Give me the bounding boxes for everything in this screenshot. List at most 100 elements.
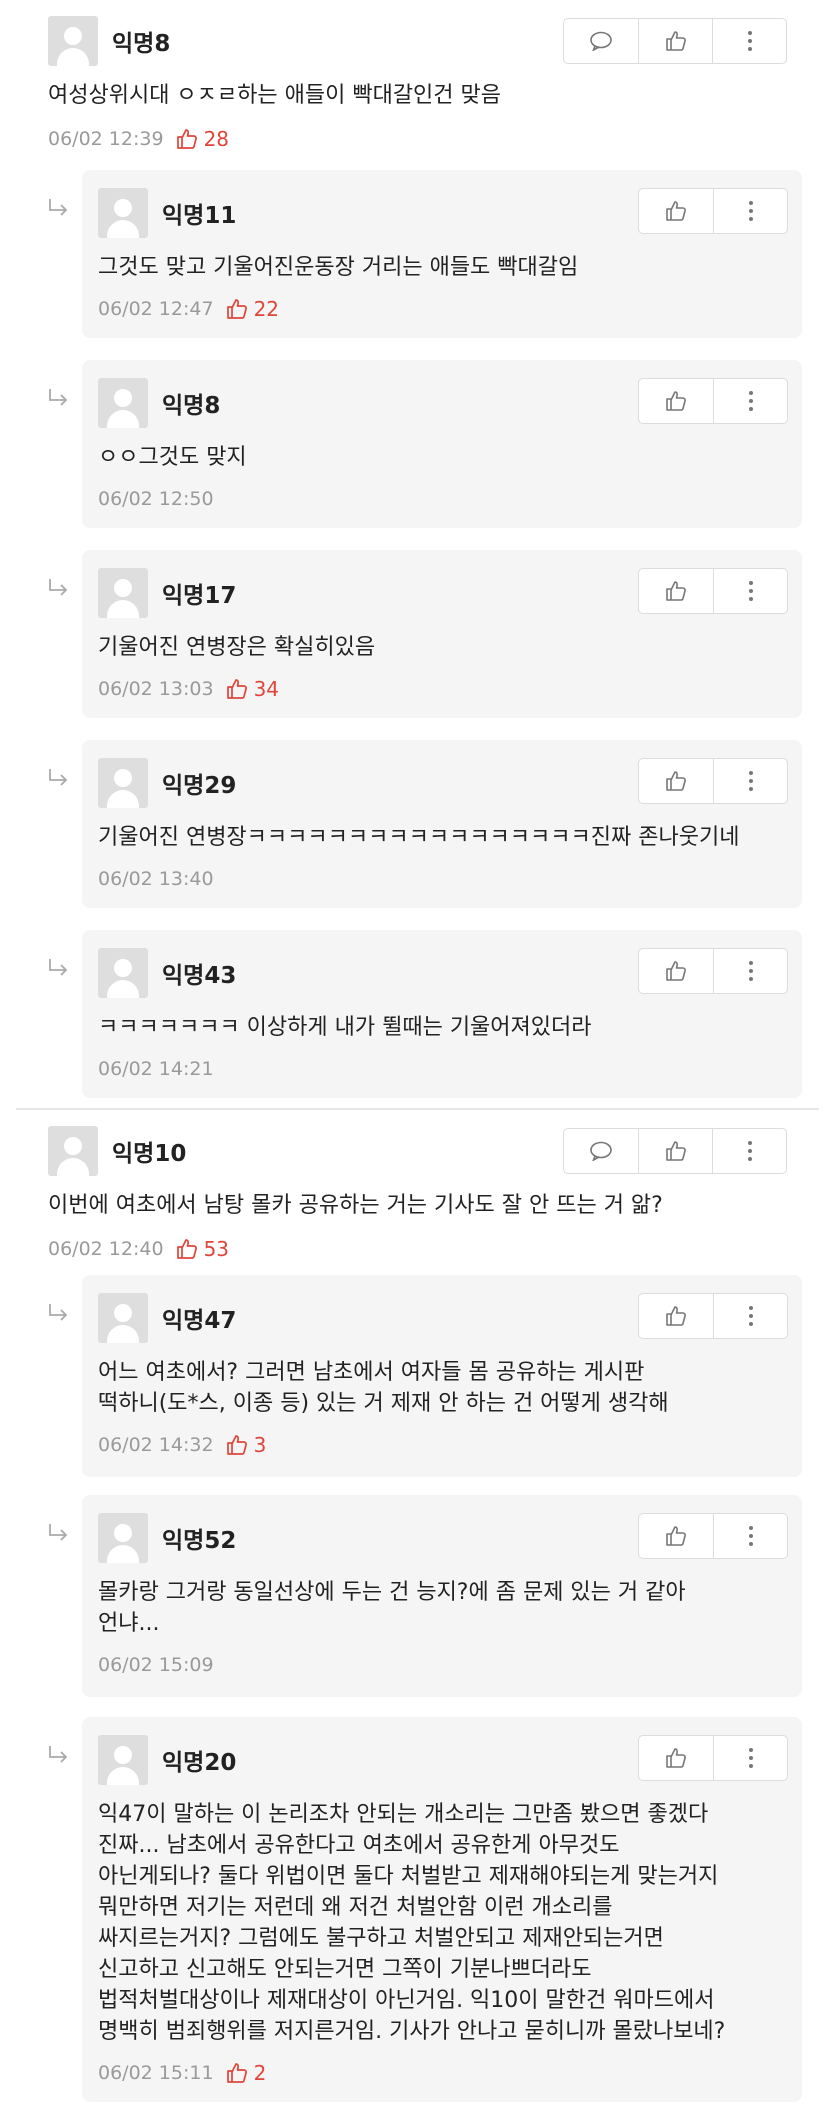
reply-button[interactable] [564, 19, 638, 63]
reply-arrow-icon [49, 199, 68, 216]
reply: 익명11 그것도 맞고 기울어진운동장 거리는 애들도 빡대갈임 06/02 1… [0, 170, 835, 360]
comment-meta: 06/02 14:21 [98, 1055, 786, 1083]
comment-meta: 06/02 15:09 [98, 1651, 786, 1679]
timestamp: 06/02 15:09 [98, 1654, 214, 1676]
reply-arrow-icon [49, 579, 68, 596]
thumbs-up-icon [666, 1526, 686, 1546]
comment-body: 이번에 여초에서 남탕 몰카 공유하는 거는 기사도 잘 안 뜨는 거 앎? [48, 1193, 663, 1218]
author-nickname: 익명20 [162, 1750, 237, 1776]
comment-body: 익47이 말하는 이 논리조차 안되는 개소리는 그만좀 봤으면 좋겠다 진짜.… [98, 1802, 726, 2044]
speech-bubble-icon [590, 31, 612, 51]
avatar [98, 568, 148, 618]
like-button[interactable] [639, 1736, 713, 1780]
avatar [98, 188, 148, 238]
more-button[interactable] [713, 569, 787, 613]
like-count-value: 3 [253, 1433, 267, 1457]
timestamp: 06/02 14:21 [98, 1058, 214, 1080]
avatar [98, 948, 148, 998]
comment-meta: 06/02 12:39 28 [48, 125, 787, 153]
timestamp: 06/02 12:47 [98, 298, 214, 320]
thumbs-up-icon [666, 1748, 686, 1768]
like-button[interactable] [639, 1294, 713, 1338]
like-button[interactable] [638, 1129, 712, 1173]
like-count: 34 [226, 677, 279, 701]
like-count-value: 22 [253, 297, 280, 321]
like-count: 22 [226, 297, 279, 321]
kebab-menu-icon [747, 1141, 752, 1161]
comment-body: 어느 여초에서? 그러면 남초에서 여자들 몸 공유하는 게시판 떡하니(도*스… [98, 1360, 669, 1416]
more-button[interactable] [713, 1294, 787, 1338]
like-button[interactable] [639, 1514, 713, 1558]
thumbs-up-icon [226, 1435, 247, 1455]
comment-actions [638, 1735, 788, 1781]
thumbs-up-icon [665, 1141, 686, 1161]
kebab-menu-icon [748, 961, 753, 981]
author-nickname: 익명43 [162, 963, 237, 989]
timestamp: 06/02 12:50 [98, 488, 214, 510]
more-button[interactable] [713, 759, 787, 803]
like-count-value: 53 [203, 1237, 230, 1261]
reply-arrow-icon [49, 1524, 68, 1541]
like-count-value: 2 [253, 2061, 267, 2085]
comment-thread: 익명8 여성상위시대 ㅇㅈㄹ하는 애들이 빡대갈인건 맞음 06/02 12:3… [0, 0, 835, 1108]
more-button[interactable] [713, 1736, 787, 1780]
like-button[interactable] [639, 379, 713, 423]
comment-meta: 06/02 13:03 34 [98, 675, 786, 703]
reply-box: 익명29 기울어진 연병장ㅋㅋㅋㅋㅋㅋㅋㅋㅋㅋㅋㅋㅋㅋㅋㅋㅋ진짜 존나웃기네 0… [82, 740, 802, 908]
comment-body: ㅇㅇ그것도 맞지 [98, 445, 247, 470]
more-button[interactable] [712, 1129, 786, 1173]
avatar [48, 1126, 98, 1176]
like-button[interactable] [639, 759, 713, 803]
reply: 익명52 몰카랑 그거랑 동일선상에 두는 건 능지?에 좀 문제 있는 거 같… [0, 1495, 835, 1717]
comment: 익명8 여성상위시대 ㅇㅈㄹ하는 애들이 빡대갈인건 맞음 06/02 12:3… [0, 0, 835, 170]
timestamp: 06/02 15:11 [98, 2062, 214, 2084]
thumbs-up-icon [666, 1306, 686, 1326]
thumbs-up-icon [666, 201, 686, 221]
thumbs-up-icon [226, 299, 247, 319]
speech-bubble-icon [590, 1141, 612, 1161]
comment-body: 여성상위시대 ㅇㅈㄹ하는 애들이 빡대갈인건 맞음 [48, 83, 502, 108]
kebab-menu-icon [748, 1306, 753, 1326]
author-nickname: 익명10 [112, 1141, 187, 1167]
comment-body: ㅋㅋㅋㅋㅋㅋㅋ 이상하게 내가 뛸때는 기울어져있더라 [98, 1015, 592, 1040]
like-button[interactable] [638, 19, 712, 63]
like-button[interactable] [639, 189, 713, 233]
kebab-menu-icon [748, 581, 753, 601]
like-button[interactable] [639, 569, 713, 613]
comment-actions [638, 758, 788, 804]
reply-arrow-icon [49, 389, 68, 406]
kebab-menu-icon [748, 771, 753, 791]
thumbs-up-icon [226, 2063, 247, 2083]
reply-arrow-icon [49, 1304, 68, 1321]
reply-box: 익명43 ㅋㅋㅋㅋㅋㅋㅋ 이상하게 내가 뛸때는 기울어져있더라 06/02 1… [82, 930, 802, 1098]
comment-thread: 익명10 이번에 여초에서 남탕 몰카 공유하는 거는 기사도 잘 안 뜨는 거… [0, 1110, 835, 2117]
more-button[interactable] [713, 1514, 787, 1558]
reply-box: 익명52 몰카랑 그거랑 동일선상에 두는 건 능지?에 좀 문제 있는 거 같… [82, 1495, 802, 1697]
more-button[interactable] [713, 379, 787, 423]
thumbs-up-icon [666, 391, 686, 411]
thumbs-up-icon [176, 129, 197, 149]
comment-meta: 06/02 15:11 2 [98, 2059, 786, 2087]
more-button[interactable] [712, 19, 786, 63]
more-button[interactable] [713, 949, 787, 993]
thumbs-up-icon [176, 1239, 197, 1259]
timestamp: 06/02 13:40 [98, 868, 214, 890]
comment: 익명10 이번에 여초에서 남탕 몰카 공유하는 거는 기사도 잘 안 뜨는 거… [0, 1110, 835, 1275]
like-count: 53 [176, 1237, 229, 1261]
kebab-menu-icon [748, 1748, 753, 1768]
thumbs-up-icon [666, 961, 686, 981]
comment-meta: 06/02 12:40 53 [48, 1235, 787, 1263]
timestamp: 06/02 14:32 [98, 1434, 214, 1456]
reply-arrow-icon [49, 769, 68, 786]
comment-body: 기울어진 연병장ㅋㅋㅋㅋㅋㅋㅋㅋㅋㅋㅋㅋㅋㅋㅋㅋㅋ진짜 존나웃기네 [98, 825, 740, 850]
avatar [98, 378, 148, 428]
like-button[interactable] [639, 949, 713, 993]
timestamp: 06/02 12:39 [48, 128, 164, 150]
reply-box: 익명17 기울어진 연병장은 확실히있음 06/02 13:03 34 [82, 550, 802, 718]
author-nickname: 익명17 [162, 583, 237, 609]
thumbs-up-icon [666, 771, 686, 791]
reply: 익명43 ㅋㅋㅋㅋㅋㅋㅋ 이상하게 내가 뛸때는 기울어져있더라 06/02 1… [0, 930, 835, 1108]
kebab-menu-icon [748, 201, 753, 221]
reply-button[interactable] [564, 1129, 638, 1173]
more-button[interactable] [713, 189, 787, 233]
